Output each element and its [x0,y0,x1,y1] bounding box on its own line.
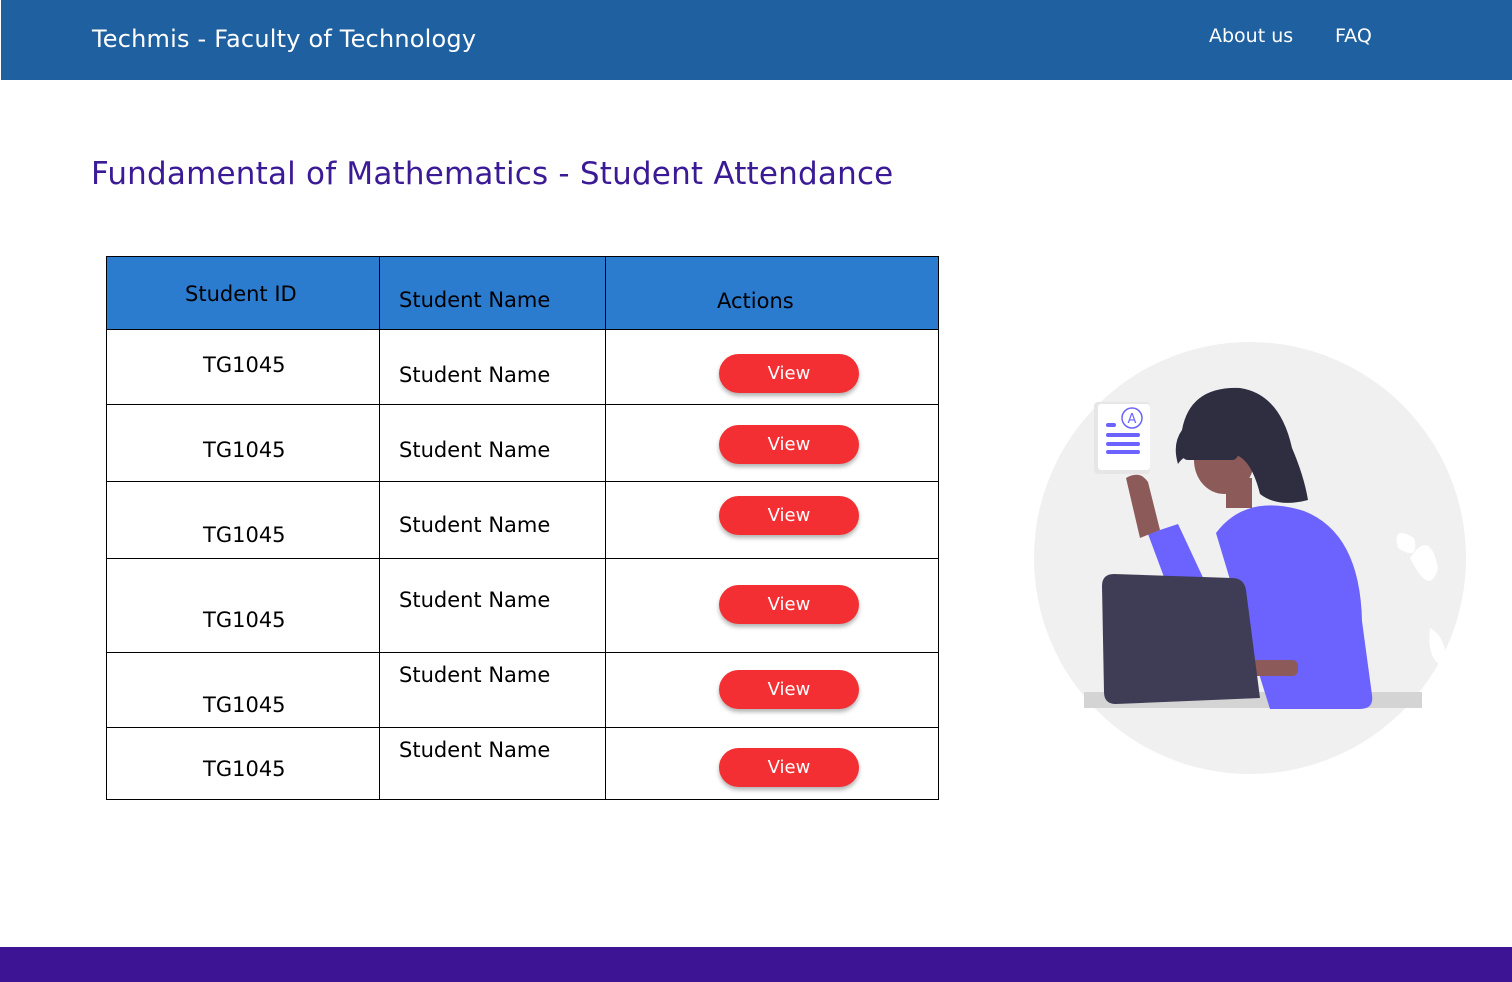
student-id-cell: TG1045 [203,353,286,377]
nav-faq-link[interactable]: FAQ [1335,25,1372,47]
column-divider [605,257,606,799]
row-divider [107,727,938,728]
student-name-cell: Student Name [399,363,551,387]
student-id-cell: TG1045 [203,438,286,462]
student-name-cell: Student Name [399,588,551,612]
top-header: Techmis - Faculty of Technology About us… [1,0,1512,80]
column-header-student-name: Student Name [399,288,551,312]
student-name-cell: Student Name [399,438,551,462]
grade-letter: A [1128,412,1137,427]
row-divider [107,481,938,482]
view-button[interactable]: View [719,670,859,709]
row-divider [107,404,938,405]
column-divider [379,257,380,799]
brand-title: Techmis - Faculty of Technology [92,25,477,53]
row-divider [107,329,938,330]
row-divider [107,558,938,559]
column-header-student-id: Student ID [185,282,297,306]
student-with-laptop-illustration: A [1030,338,1470,778]
nav-about-link[interactable]: About us [1209,25,1293,47]
student-id-cell: TG1045 [203,608,286,632]
page-title: Fundamental of Mathematics - Student Att… [91,156,894,192]
attendance-table: Student ID Student Name Actions TG1045 S… [106,256,939,800]
student-name-cell: Student Name [399,513,551,537]
table-header: Student ID Student Name Actions [107,257,938,329]
student-id-cell: TG1045 [203,523,286,547]
student-name-cell: Student Name [399,663,551,687]
view-button[interactable]: View [719,748,859,787]
view-button[interactable]: View [719,354,859,393]
student-id-cell: TG1045 [203,693,286,717]
row-divider [107,652,938,653]
view-button[interactable]: View [719,585,859,624]
student-id-cell: TG1045 [203,757,286,781]
footer-bar [0,947,1512,982]
student-name-cell: Student Name [399,738,551,762]
view-button[interactable]: View [719,425,859,464]
column-header-actions: Actions [717,289,794,313]
view-button[interactable]: View [719,496,859,535]
